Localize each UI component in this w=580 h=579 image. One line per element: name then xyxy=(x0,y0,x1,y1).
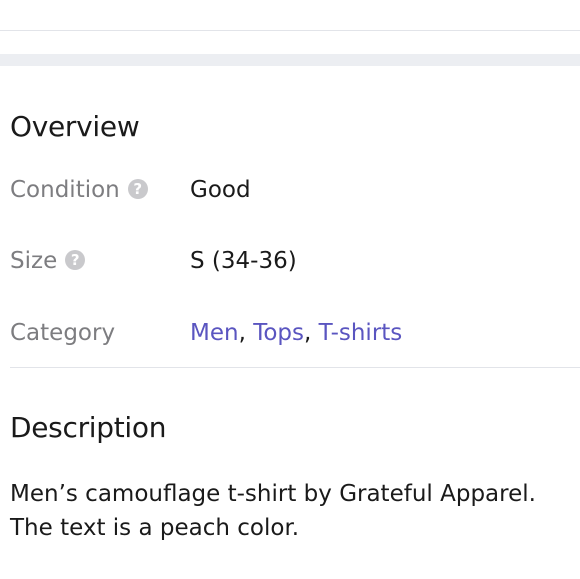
overview-row-condition: Condition? Good xyxy=(10,175,580,205)
category-link-tops[interactable]: Tops xyxy=(253,320,304,346)
size-value: S (34-36) xyxy=(190,248,297,274)
category-label: Category xyxy=(10,320,116,346)
divider xyxy=(10,367,580,368)
category-links: Men, Tops, T-shirts xyxy=(190,318,402,348)
category-separator: , xyxy=(238,320,246,346)
condition-label: Condition? xyxy=(10,175,148,205)
question-circle-icon[interactable]: ? xyxy=(127,179,148,199)
section-separator-band xyxy=(0,54,580,66)
description-heading: Description xyxy=(10,411,167,444)
overview-row-size: Size? S (34-36) xyxy=(10,246,580,276)
overview-heading: Overview xyxy=(10,110,140,143)
question-circle-icon[interactable]: ? xyxy=(65,250,86,270)
description-text: Men’s camouflage t-shirt by Grateful App… xyxy=(10,481,536,541)
category-link-men[interactable]: Men xyxy=(190,320,239,346)
size-label: Size? xyxy=(10,246,86,276)
condition-value: Good xyxy=(190,177,251,203)
category-separator: , xyxy=(304,320,312,346)
category-link-tshirts[interactable]: T-shirts xyxy=(319,320,403,346)
overview-row-category: Category Men, Tops, T-shirts xyxy=(10,318,580,348)
top-card xyxy=(0,0,580,31)
